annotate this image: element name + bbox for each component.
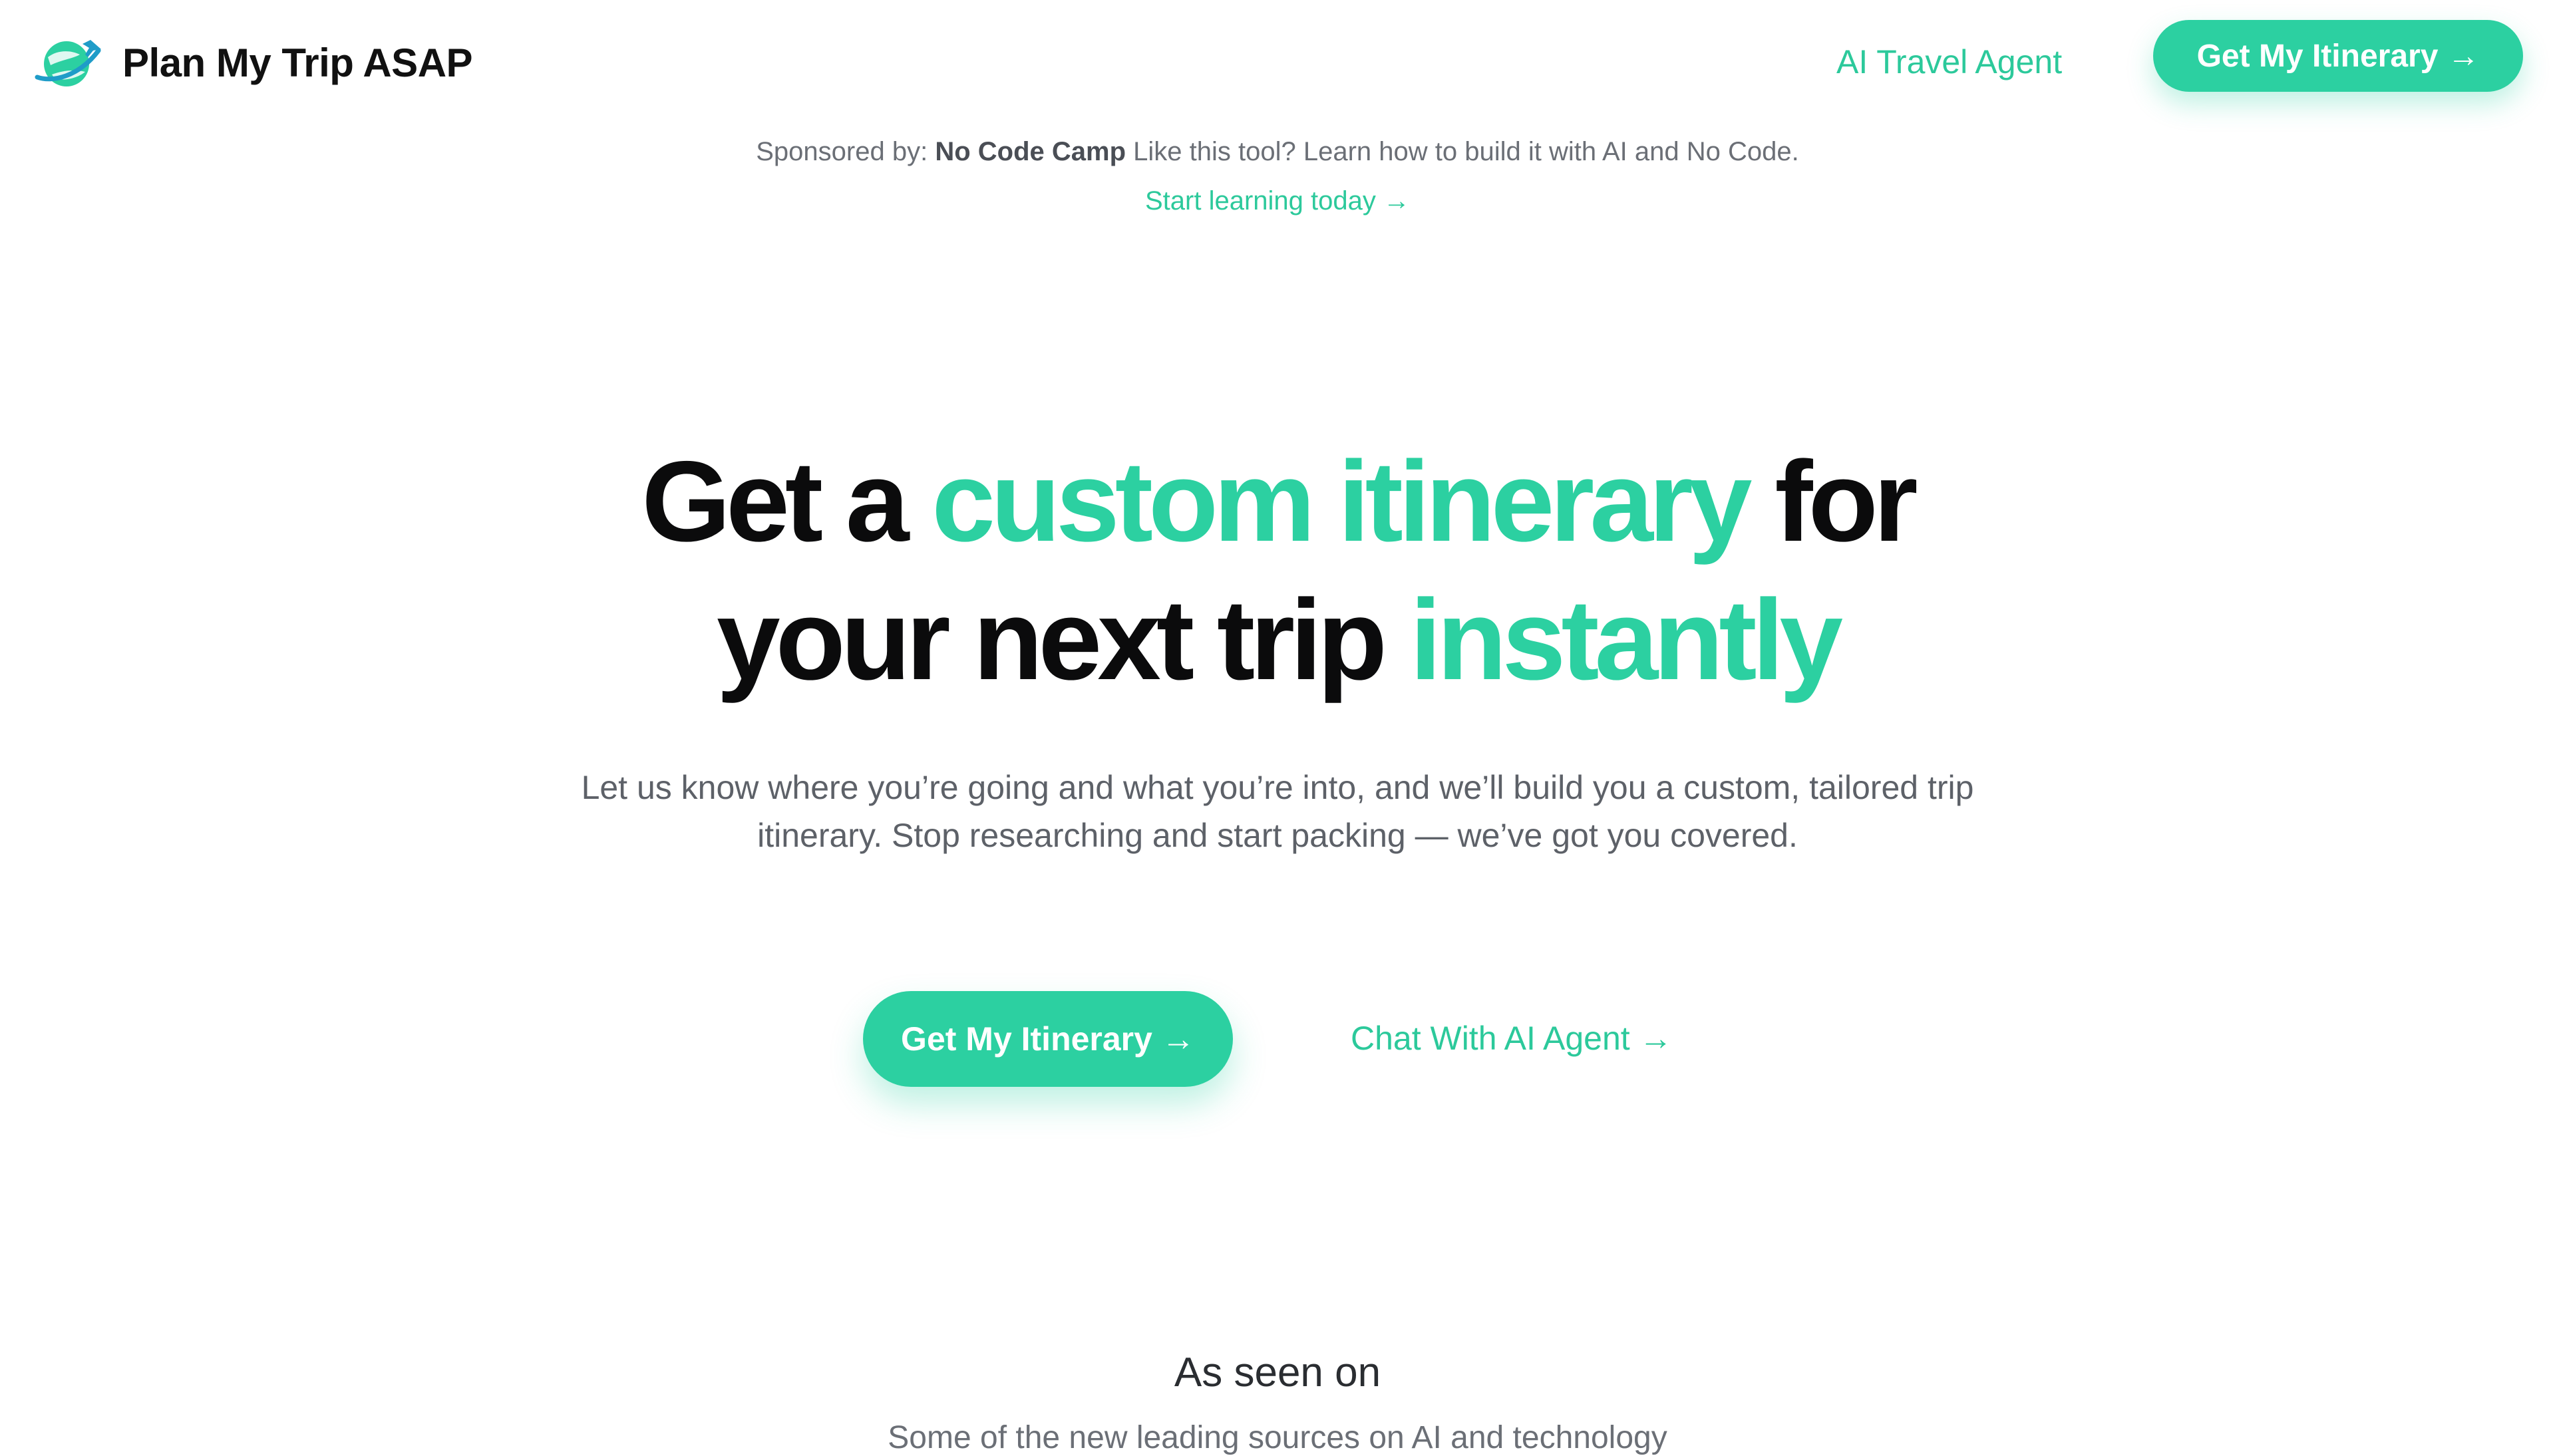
as-seen-on-subtitle: Some of the new leading sources on AI an… xyxy=(888,1420,1667,1455)
hero-title-part: for xyxy=(1775,438,1918,565)
sponsor-text: Like this tool? Learn how to build it wi… xyxy=(1133,137,1799,166)
get-itinerary-label: Get My Itinerary xyxy=(901,1020,1152,1058)
sponsor-banner: Sponsored by: No Code Camp Like this too… xyxy=(0,137,2555,167)
hero-title-part: your next trip xyxy=(716,576,1387,704)
get-itinerary-button[interactable]: Get My Itinerary → xyxy=(863,991,1233,1087)
arrow-right-icon: → xyxy=(1161,1020,1195,1058)
header-get-itinerary-button[interactable]: Get My Itinerary → xyxy=(2153,20,2523,92)
hero-title-accent: instantly xyxy=(1409,576,1843,704)
chat-with-ai-agent-link[interactable]: Chat With AI Agent → xyxy=(1351,1019,1673,1058)
brand[interactable]: Plan My Trip ASAP xyxy=(32,31,473,94)
header-cta-label: Get My Itinerary xyxy=(2196,38,2439,74)
sponsor-prefix: Sponsored by: xyxy=(756,137,928,166)
site-header: Plan My Trip ASAP AI Travel Agent Get My… xyxy=(0,0,2555,126)
hero-title-part: Get a xyxy=(641,438,909,565)
sponsor-start-learning-link[interactable]: Start learning today → xyxy=(0,186,2555,216)
arrow-right-icon: → xyxy=(2447,38,2480,74)
nav-ai-travel-agent-link[interactable]: AI Travel Agent xyxy=(1836,43,2062,81)
hero-title: Get a custom itinerary for your next tri… xyxy=(0,432,2555,709)
hero-title-line-1: Get a custom itinerary for xyxy=(0,432,2555,571)
hero-subtitle: Let us know where you’re going and what … xyxy=(581,769,1974,854)
sponsor-name: No Code Camp xyxy=(935,137,1126,166)
hero-title-line-2: your next trip instantly xyxy=(0,571,2555,709)
brand-name: Plan My Trip ASAP xyxy=(122,40,473,85)
hero-title-accent: custom itinerary xyxy=(932,438,1752,565)
as-seen-on-heading: As seen on xyxy=(1174,1350,1381,1395)
globe-plane-icon xyxy=(35,40,101,86)
